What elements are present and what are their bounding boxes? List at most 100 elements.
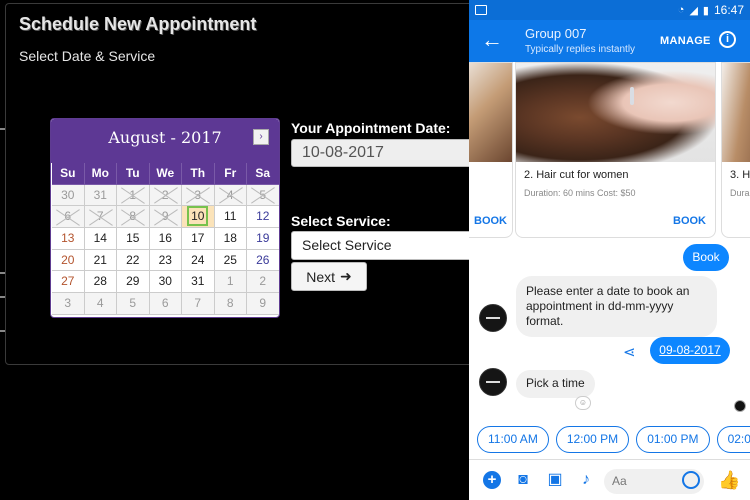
calendar-day[interactable]: 26 bbox=[247, 249, 279, 272]
next-button[interactable]: Next ➜ bbox=[291, 262, 367, 291]
service-card: BOOK bbox=[469, 62, 513, 238]
chat-title: Group 007 bbox=[525, 26, 587, 41]
calendar-day[interactable]: 17 bbox=[182, 228, 215, 250]
quick-reply-0200[interactable]: 02:00 bbox=[716, 426, 750, 453]
add-reaction-icon[interactable]: ☺ bbox=[575, 396, 591, 410]
service-card: 3. H Dura bbox=[721, 62, 750, 238]
page-title: Schedule New Appointment bbox=[19, 14, 257, 34]
screen: Schedule New Appointment Select Date & S… bbox=[0, 0, 750, 500]
calendar-day: 5 bbox=[247, 184, 279, 207]
service-card-title: 3. H bbox=[730, 169, 750, 181]
quick-reply-1200[interactable]: 12:00 PM bbox=[555, 426, 630, 453]
share-icon[interactable]: ⋖ bbox=[623, 343, 636, 361]
calendar-day[interactable]: 27 bbox=[52, 271, 85, 294]
quick-reply-0100[interactable]: 01:00 PM bbox=[636, 426, 710, 453]
gallery-notification-icon bbox=[475, 5, 487, 15]
weekday-header: We bbox=[149, 163, 182, 185]
calendar-day: 6 bbox=[52, 206, 85, 229]
calendar-day[interactable]: 31 bbox=[182, 271, 215, 294]
calendar-week-row: 3 4 5 6 7 8 9 bbox=[52, 293, 279, 315]
calendar-day[interactable]: 29 bbox=[117, 271, 150, 294]
sent-message-date: 09-08-2017 bbox=[650, 337, 730, 364]
service-select[interactable]: Select Service bbox=[291, 231, 476, 260]
weekday-header: Sa bbox=[247, 163, 279, 185]
calendar-day: 5 bbox=[117, 293, 150, 315]
manage-button[interactable]: MANAGE bbox=[660, 35, 711, 47]
calendar-week-row: 20 21 22 23 24 25 26 bbox=[52, 249, 279, 272]
appointment-date-label: Your Appointment Date: bbox=[291, 120, 451, 136]
calendar-week-row: 27 28 29 30 31 1 2 bbox=[52, 271, 279, 294]
plus-icon[interactable]: + bbox=[483, 471, 501, 489]
service-card-subtitle: Duration: 60 mins Cost: $50 bbox=[524, 188, 636, 198]
status-time: 16:47 bbox=[713, 3, 744, 17]
calendar-day: 4 bbox=[84, 293, 117, 315]
calendar-day[interactable]: 21 bbox=[84, 249, 117, 272]
calendar-day: 9 bbox=[247, 293, 279, 315]
quick-reply-1100[interactable]: 11:00 AM bbox=[477, 426, 549, 453]
book-button[interactable]: BOOK bbox=[673, 215, 706, 227]
signal-icon: ◢ bbox=[689, 4, 698, 17]
status-icons: ◔ ◢ ▮ 16:47 bbox=[678, 3, 744, 17]
earring-detail bbox=[630, 87, 634, 105]
service-card-image bbox=[722, 63, 750, 162]
calendar-day[interactable]: 12 bbox=[247, 206, 279, 229]
service-card-title bbox=[469, 162, 512, 169]
service-card-image bbox=[516, 63, 715, 162]
camera-icon[interactable]: ◙ bbox=[514, 471, 532, 489]
calendar-day: 7 bbox=[182, 293, 215, 315]
next-button-label: Next bbox=[306, 268, 336, 285]
status-bar: ◔ ◢ ▮ 16:47 bbox=[469, 0, 750, 20]
wifi-icon: ◔ bbox=[677, 4, 685, 16]
microphone-icon[interactable]: ♪ bbox=[577, 471, 595, 489]
calendar-day[interactable]: 18 bbox=[214, 228, 247, 250]
date-picker-calendar: August - 2017 › Su Mo Tu We Th Fr Sa 30 … bbox=[50, 118, 280, 318]
message-composer: + ◙ ▣ ♪ Aa 👍 bbox=[469, 459, 750, 500]
calendar-day[interactable]: 13 bbox=[52, 228, 85, 250]
calendar-week-row: 6 7 8 9 10 11 12 bbox=[52, 206, 279, 229]
avatar bbox=[479, 304, 507, 332]
book-button[interactable]: BOOK bbox=[474, 215, 507, 227]
calendar-day[interactable]: 20 bbox=[52, 249, 85, 272]
calendar-day[interactable]: 19 bbox=[247, 228, 279, 250]
calendar-header: August - 2017 › bbox=[51, 119, 279, 163]
calendar-day: 4 bbox=[214, 184, 247, 207]
battery-icon: ▮ bbox=[702, 4, 709, 17]
weekday-header: Fr bbox=[214, 163, 247, 185]
messenger-phone-screen: ◔ ◢ ▮ 16:47 ← Group 007 Typically replie… bbox=[469, 0, 750, 500]
weekday-header: Tu bbox=[117, 163, 150, 185]
received-message-time-prompt: Pick a time bbox=[516, 370, 595, 398]
weekday-header: Mo bbox=[84, 163, 117, 185]
service-card-subtitle: Dura bbox=[730, 188, 750, 198]
calendar-day[interactable]: 30 bbox=[149, 271, 182, 294]
appointment-date-input[interactable]: 10-08-2017 bbox=[291, 139, 476, 167]
calendar-day: 1 bbox=[214, 271, 247, 294]
image-icon[interactable]: ▣ bbox=[546, 471, 564, 489]
calendar-day[interactable]: 23 bbox=[149, 249, 182, 272]
back-arrow-icon[interactable]: ← bbox=[481, 29, 503, 51]
calendar-day[interactable]: 11 bbox=[214, 206, 247, 229]
calendar-day[interactable]: 24 bbox=[182, 249, 215, 272]
calendar-day[interactable]: 25 bbox=[214, 249, 247, 272]
calendar-week-row: 13 14 15 16 17 18 19 bbox=[52, 228, 279, 250]
selected-day-label: 10 bbox=[187, 206, 209, 227]
info-icon[interactable]: i bbox=[719, 31, 736, 48]
arrow-right-icon: ➜ bbox=[340, 268, 352, 284]
emoji-icon[interactable] bbox=[682, 471, 700, 489]
service-card-image bbox=[469, 63, 512, 162]
calendar-day[interactable]: 16 bbox=[149, 228, 182, 250]
calendar-day: 31 bbox=[84, 184, 117, 207]
avatar bbox=[479, 368, 507, 396]
thumbs-up-icon[interactable]: 👍 bbox=[718, 470, 740, 491]
chat-app-bar: ← Group 007 Typically replies instantly … bbox=[469, 20, 750, 62]
sent-message-book: Book bbox=[683, 244, 729, 271]
next-month-button[interactable]: › bbox=[253, 129, 269, 145]
calendar-day-selected[interactable]: 10 bbox=[182, 206, 215, 229]
calendar-grid: Su Mo Tu We Th Fr Sa 30 31 1 2 3 4 5 6 7 bbox=[52, 163, 279, 315]
calendar-day[interactable]: 14 bbox=[84, 228, 117, 250]
service-carousel[interactable]: BOOK 2. Hair cut for women Duration: 60 … bbox=[469, 62, 750, 238]
calendar-day[interactable]: 15 bbox=[117, 228, 150, 250]
calendar-weekday-row: Su Mo Tu We Th Fr Sa bbox=[52, 163, 279, 185]
service-label: Select Service: bbox=[291, 213, 391, 229]
calendar-day[interactable]: 22 bbox=[117, 249, 150, 272]
calendar-day[interactable]: 28 bbox=[84, 271, 117, 294]
